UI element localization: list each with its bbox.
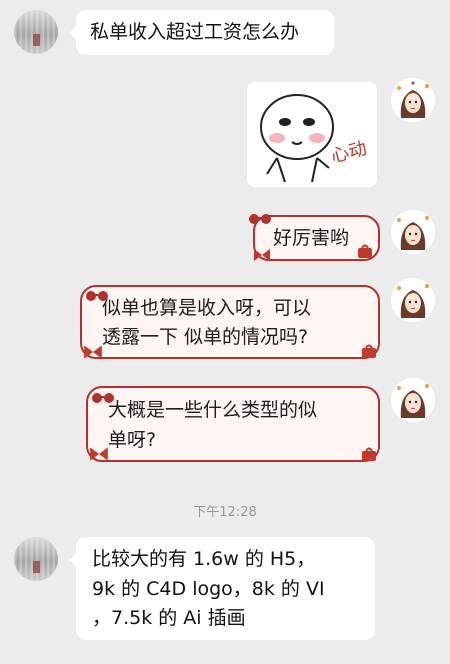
message-line: 比较大的有 1.6w 的 H5， [92,548,316,570]
avatar-contact[interactable] [14,10,58,54]
bag-icon [362,344,376,358]
message-line: ，7.5k 的 Ai 插画 [92,607,246,629]
sunglasses-icon [86,291,108,301]
message-text: 好厉害哟 [273,227,350,249]
bow-icon [254,249,270,261]
avatar-self[interactable] [391,278,435,322]
message-line: 单呀? [108,429,157,451]
sunglasses-icon [249,214,271,224]
avatar-contact[interactable] [14,537,58,581]
bow-icon [84,345,102,359]
message-line: 透露一下 似单的情况吗? [102,326,309,348]
timestamp: 下午12:28 [193,505,257,520]
sticker-message[interactable]: 心动 [247,82,377,187]
bow-icon [90,447,108,461]
girl-avatar-icon [391,378,435,422]
girl-avatar-icon [391,78,435,122]
sticker-text: 心动 [329,138,369,168]
message-line: 似单也算是收入呀，可以 [102,297,312,319]
message-line: 9k 的 C4D logo，8k 的 VI [92,578,325,600]
message-bubble[interactable]: 似单也算是收入呀，可以 透露一下 似单的情况吗? [80,285,380,359]
message-bubble[interactable]: 私单收入超过工资怎么办 [69,10,334,55]
girl-avatar-icon [391,278,435,322]
avatar-self[interactable] [391,210,435,254]
message-bubble[interactable]: 大概是一些什么类型的似 单呀? [86,386,380,462]
sunglasses-icon [92,393,114,403]
message-text: 私单收入超过工资怎么办 [90,21,300,43]
message-line: 大概是一些什么类型的似 [108,399,318,421]
bag-icon [358,244,372,258]
sticker-face-icon: 心动 [260,94,369,183]
avatar-self[interactable] [391,78,435,122]
avatar-self[interactable] [391,378,435,422]
bag-icon [362,447,376,461]
girl-avatar-icon [391,210,435,254]
message-bubble[interactable]: 比较大的有 1.6w 的 H5， 9k 的 C4D logo，8k 的 VI ，… [69,537,375,640]
